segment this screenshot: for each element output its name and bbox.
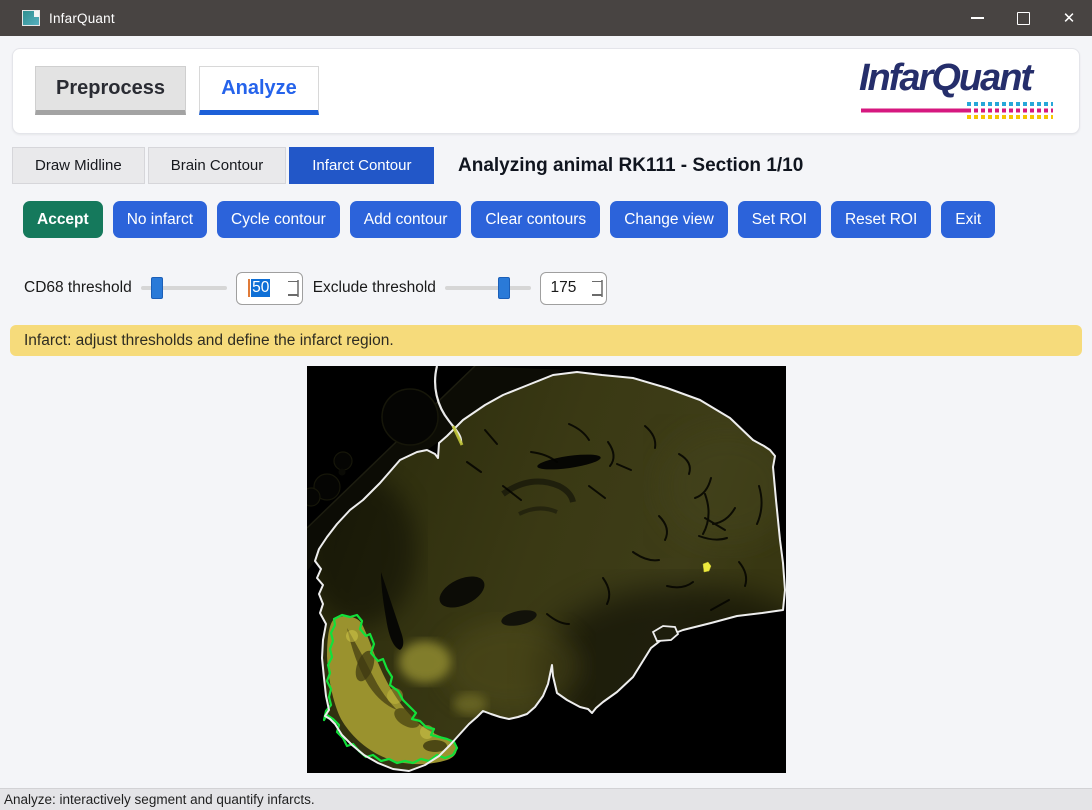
app-window: InfarQuant ✕ Preprocess Analyze InfarQua… bbox=[0, 0, 1092, 810]
tab-preprocess[interactable]: Preprocess bbox=[35, 66, 186, 115]
step-tab-brain-contour[interactable]: Brain Contour bbox=[148, 147, 287, 184]
minimize-button[interactable] bbox=[954, 0, 1000, 36]
slider-track bbox=[445, 286, 531, 290]
maximize-icon bbox=[1017, 12, 1030, 25]
text-caret bbox=[248, 279, 250, 297]
status-bar: Analyze: interactively segment and quant… bbox=[0, 788, 1092, 810]
step-up-icon bbox=[592, 281, 602, 283]
top-card: Preprocess Analyze InfarQuant bbox=[12, 48, 1080, 134]
exclude-threshold-label: Exclude threshold bbox=[313, 279, 436, 297]
cycle-contour-button[interactable]: Cycle contour bbox=[217, 201, 340, 238]
cd68-threshold-label: CD68 threshold bbox=[24, 279, 132, 297]
threshold-controls: CD68 threshold 50 Exclude threshold 175 bbox=[24, 270, 607, 306]
exit-button[interactable]: Exit bbox=[941, 201, 995, 238]
title-bar: InfarQuant ✕ bbox=[0, 0, 1092, 36]
brain-section-image[interactable] bbox=[307, 366, 786, 773]
exclude-threshold-spinbox[interactable]: 175 bbox=[540, 272, 607, 305]
spinbox-steppers[interactable] bbox=[282, 273, 302, 304]
logo-stripes bbox=[859, 101, 1055, 121]
page-body: Preprocess Analyze InfarQuant bbox=[0, 36, 1092, 810]
minimize-icon bbox=[971, 17, 984, 19]
spinbox-value: 50 bbox=[237, 279, 282, 297]
slider-handle[interactable] bbox=[498, 277, 510, 299]
close-button[interactable]: ✕ bbox=[1046, 0, 1092, 36]
step-down-icon bbox=[592, 294, 602, 296]
action-button-row: Accept No infarct Cycle contour Add cont… bbox=[23, 201, 995, 238]
window-title: InfarQuant bbox=[49, 11, 115, 26]
step-up-icon bbox=[288, 281, 298, 283]
step-tab-infarct-contour[interactable]: Infarct Contour bbox=[289, 147, 434, 184]
add-contour-button[interactable]: Add contour bbox=[350, 201, 462, 238]
logo-text: InfarQuant bbox=[859, 57, 1059, 101]
no-infarct-button[interactable]: No infarct bbox=[113, 201, 207, 238]
cd68-threshold-slider[interactable] bbox=[141, 276, 227, 300]
maximize-button[interactable] bbox=[1000, 0, 1046, 36]
tab-analyze[interactable]: Analyze bbox=[199, 66, 319, 115]
change-view-button[interactable]: Change view bbox=[610, 201, 728, 238]
reset-roi-button[interactable]: Reset ROI bbox=[831, 201, 931, 238]
spinbox-value: 175 bbox=[541, 279, 586, 297]
session-heading: Analyzing animal RK111 - Section 1/10 bbox=[458, 147, 803, 184]
set-roi-button[interactable]: Set ROI bbox=[738, 201, 821, 238]
accept-button[interactable]: Accept bbox=[23, 201, 103, 238]
step-tabs: Draw Midline Brain Contour Infarct Conto… bbox=[12, 147, 434, 184]
exclude-threshold-slider[interactable] bbox=[445, 276, 531, 300]
app-icon bbox=[22, 10, 40, 26]
step-down-icon bbox=[288, 294, 298, 296]
spinbox-steppers[interactable] bbox=[586, 273, 606, 304]
close-icon: ✕ bbox=[1063, 11, 1076, 26]
step-tab-draw-midline[interactable]: Draw Midline bbox=[12, 147, 145, 184]
slider-handle[interactable] bbox=[151, 277, 163, 299]
infarquant-logo: InfarQuant bbox=[859, 57, 1059, 121]
main-tabs: Preprocess Analyze bbox=[35, 66, 319, 115]
instruction-banner: Infarct: adjust thresholds and define th… bbox=[10, 325, 1082, 356]
clear-contours-button[interactable]: Clear contours bbox=[471, 201, 600, 238]
brain-image-viewer[interactable] bbox=[307, 366, 786, 773]
cd68-threshold-spinbox[interactable]: 50 bbox=[236, 272, 303, 305]
